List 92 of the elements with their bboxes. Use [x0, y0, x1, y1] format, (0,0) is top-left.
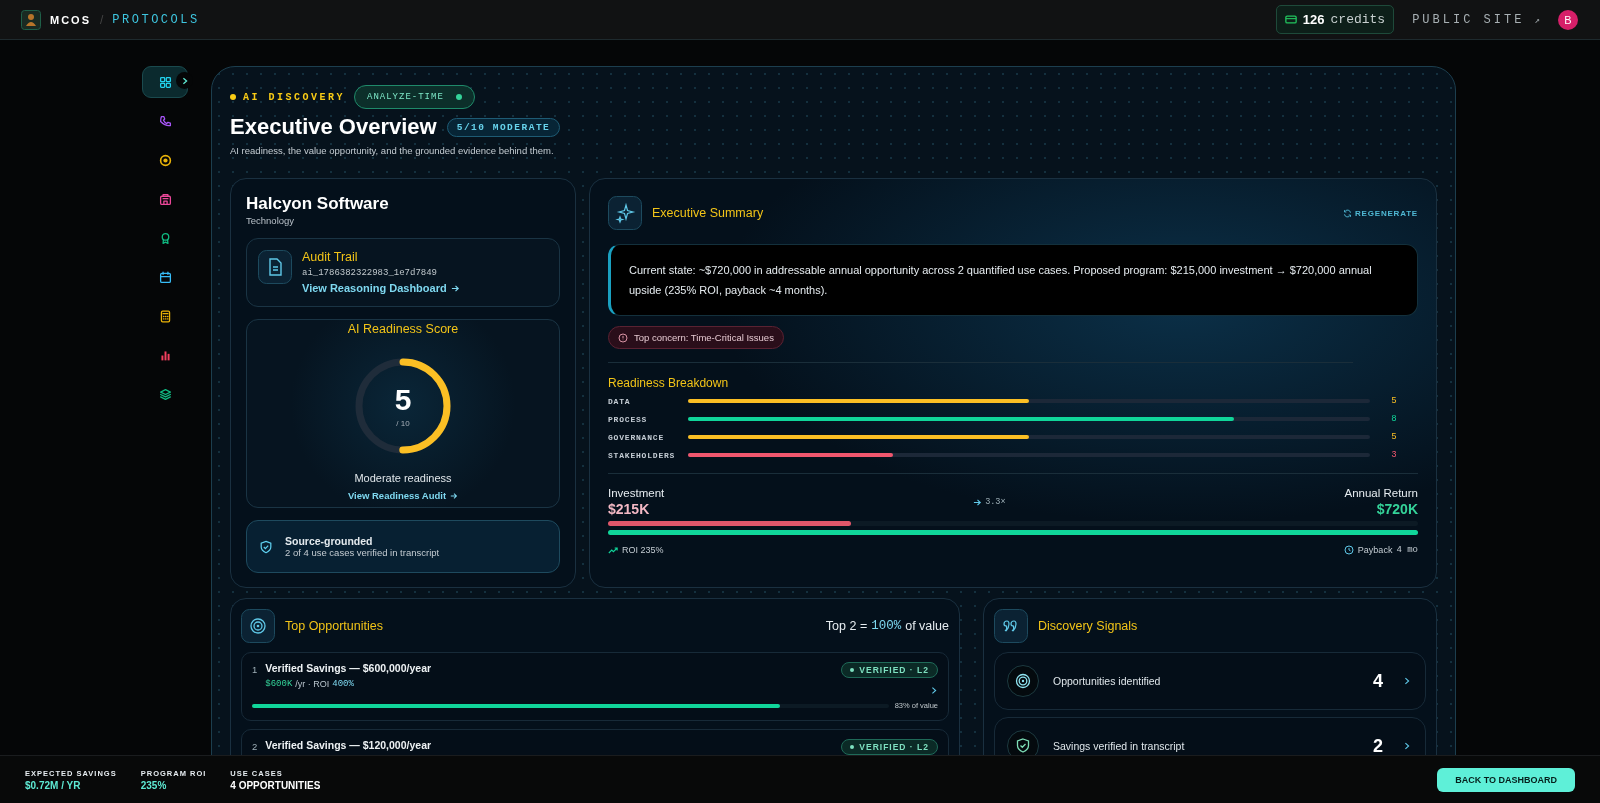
regenerate-button[interactable]: REGENERATE	[1343, 208, 1418, 218]
opportunity-rank: 2	[252, 740, 258, 754]
company-industry: Technology	[246, 215, 296, 226]
breakdown-label: GOVERNANCE	[608, 432, 665, 442]
roi-label: ROI 235%	[622, 545, 664, 555]
target-icon	[241, 609, 275, 643]
section-title[interactable]: PROTOCOLS	[112, 12, 200, 27]
opportunity-title: Verified Savings — $600,000/year	[265, 662, 433, 674]
arrow-right-icon	[973, 497, 983, 507]
sidebar-item[interactable]	[142, 66, 188, 98]
payback-label: Payback	[1357, 545, 1393, 555]
concern-badge: Top concern: Time-Critical Issues	[608, 326, 784, 349]
grounded-title: Source-grounded	[285, 535, 374, 547]
logo-icon	[21, 9, 41, 30]
breakdown-label: STAKEHOLDERS	[608, 450, 677, 460]
breakdown-label: PROCESS	[608, 414, 649, 424]
verified-badge: VERIFIED · L2	[841, 739, 938, 755]
investment-label: Investment	[608, 487, 665, 499]
breadcrumb-separator: /	[100, 12, 104, 27]
payback-value: 4 mo	[1396, 545, 1418, 555]
arrow-right-icon	[450, 491, 459, 500]
readiness-score: 5	[394, 384, 412, 415]
sparkle-icon	[608, 196, 642, 230]
status-dot	[230, 94, 236, 100]
stat-value: 235%	[140, 779, 168, 791]
chevron-right-icon	[180, 76, 189, 85]
credits-count: 126	[1302, 12, 1325, 27]
opportunity-amount: $600K	[265, 679, 293, 689]
summary-suffix: of value	[905, 619, 949, 633]
summary-title: Executive Summary	[652, 206, 764, 220]
opportunity-item[interactable]: 2 Verified Savings — $120,000/year VERIFIED · L2	[241, 729, 949, 755]
signal-label: Savings verified in transcript	[1053, 740, 1186, 752]
investment-amount: $215K	[608, 501, 651, 517]
opportunity-title: Verified Savings — $120,000/year	[265, 739, 433, 751]
audit-title: Audit Trail	[302, 250, 359, 264]
breakdown-value: 5	[1390, 432, 1398, 442]
eyebrow-label: AI DISCOVERY	[243, 91, 345, 103]
reasoning-dashboard-link[interactable]: View Reasoning Dashboard	[302, 282, 460, 294]
summary-text: Current state: ~$720,000 in addressable annual opportunity across 2 quantified use cases. Proposed program: $215,000 investment → $720,000 annual upside (235% ROI, payback ~4 months).	[608, 244, 1418, 316]
shield-icon	[259, 539, 273, 554]
arrow-right-icon	[450, 283, 460, 293]
chevron-right-icon	[1403, 741, 1411, 751]
signals-title: Discovery Signals	[1038, 619, 1138, 633]
opportunity-rank: 1	[252, 663, 258, 677]
score-scale: / 10	[396, 418, 410, 428]
return-amount: $720K	[1375, 501, 1418, 517]
public-site-link[interactable]: PUBLIC SITE ↗	[1412, 12, 1540, 27]
summary-value: 100%	[871, 619, 902, 633]
quote-icon	[994, 609, 1028, 643]
readiness-audit-link[interactable]: View Readiness Audit	[347, 490, 459, 501]
alert-icon	[618, 332, 628, 343]
signal-count: 2	[1373, 735, 1383, 755]
readiness-label: Moderate readiness	[354, 472, 452, 484]
signal-count: 4	[1373, 670, 1383, 692]
opportunity-roi: 400%	[332, 679, 354, 689]
return-label: Annual Return	[1344, 487, 1418, 499]
card-icon	[1284, 15, 1297, 24]
breakdown-value: 8	[1390, 414, 1398, 424]
signal-label: Opportunities identified	[1053, 675, 1162, 687]
brand-name[interactable]: MCOS	[50, 13, 91, 26]
credits-badge[interactable]: 126 credits	[1275, 5, 1395, 34]
chevron-right-icon	[1403, 676, 1411, 686]
stat-value: 4 OPPORTUNITIES	[230, 779, 321, 791]
audit-id: ai_1786382322983_1e7d7849	[302, 268, 439, 278]
score-badge: 5/10 MODERATE	[446, 117, 561, 137]
page-title: Executive Overview	[230, 114, 437, 140]
document-icon	[258, 250, 292, 284]
grounded-detail: 2 of 4 use cases verified in transcript	[285, 547, 440, 558]
user-avatar[interactable]: B	[1558, 9, 1578, 30]
mode-badge: ANALYZE-TIME	[354, 85, 475, 109]
target-icon	[1007, 665, 1039, 697]
stat-value: $0.72M / YR	[25, 779, 82, 791]
credits-label: credits	[1330, 12, 1386, 27]
trend-up-icon	[608, 545, 618, 555]
breakdown-value: 5	[1390, 396, 1398, 406]
chevron-right-icon	[930, 686, 938, 695]
verified-badge: VERIFIED · L2	[841, 662, 938, 678]
signal-item[interactable]: Opportunities identified 4	[994, 652, 1426, 710]
opportunity-detail: /yr · ROI	[295, 679, 330, 689]
return-multiple: 3.3×	[985, 497, 1006, 507]
clock-icon	[1343, 545, 1354, 555]
back-to-dashboard-button[interactable]: BACK TO DASHBOARD	[1437, 767, 1575, 792]
breakdown-label: DATA	[608, 396, 632, 406]
opportunities-title: Top Opportunities	[285, 619, 383, 633]
summary-prefix: Top 2 =	[825, 619, 868, 633]
signal-item[interactable]: Savings verified in transcript 2	[994, 717, 1426, 755]
readiness-title: AI Readiness Score	[347, 322, 459, 336]
page-subtitle: AI readiness, the value opportunity, and the grounded evidence behind them.	[230, 145, 555, 156]
breakdown-value: 3	[1390, 450, 1398, 460]
refresh-icon	[1343, 208, 1353, 218]
company-name: Halcyon Software	[246, 194, 390, 214]
breakdown-title: Readiness Breakdown	[608, 376, 730, 390]
